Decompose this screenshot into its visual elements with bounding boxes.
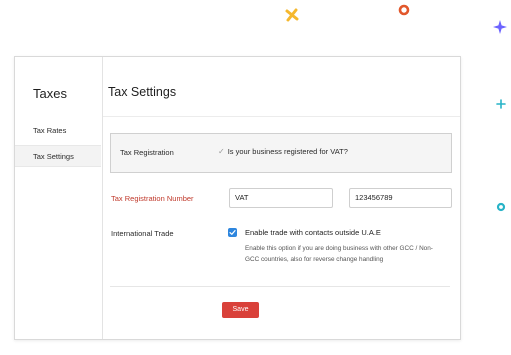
- sidebar-title: Taxes: [33, 86, 67, 101]
- save-button[interactable]: Save: [222, 302, 259, 318]
- sidebar-item-tax-settings[interactable]: Tax Settings: [15, 145, 101, 167]
- vat-registered-checkbox[interactable]: ✓ Is your business registered for VAT?: [218, 147, 348, 156]
- page-title: Tax Settings: [108, 85, 177, 99]
- trn-prefix-input[interactable]: VAT: [229, 188, 333, 208]
- trn-number-input[interactable]: 123456789: [349, 188, 452, 208]
- tax-settings-panel: Taxes Tax Rates Tax Settings Tax Setting…: [14, 56, 461, 340]
- dot-icon: [496, 202, 506, 212]
- page: Taxes Tax Rates Tax Settings Tax Setting…: [0, 0, 511, 355]
- tax-registration-label: Tax Registration: [120, 148, 174, 157]
- check-icon: ✓: [218, 147, 225, 156]
- international-trade-checkbox-label: Enable trade with contacts outside U.A.E: [245, 228, 381, 237]
- international-trade-label: International Trade: [111, 229, 174, 238]
- international-trade-checkbox[interactable]: [228, 228, 237, 237]
- x-sparkle-icon: [285, 8, 299, 22]
- international-trade-help-text: Enable this option if you are doing busi…: [245, 245, 433, 263]
- form-divider: [110, 286, 450, 287]
- title-divider: [103, 116, 460, 117]
- tax-registration-number-label: Tax Registration Number: [111, 194, 194, 203]
- vat-registered-label: Is your business registered for VAT?: [227, 147, 348, 156]
- plus-icon: [496, 99, 506, 109]
- tax-registration-section: Tax Registration ✓ Is your business regis…: [110, 133, 452, 173]
- sidebar-item-tax-rates[interactable]: Tax Rates: [15, 120, 101, 142]
- ring-icon: [398, 4, 410, 16]
- sidebar: Taxes Tax Rates Tax Settings: [15, 57, 103, 339]
- star-icon: [493, 20, 507, 34]
- checkbox-checked-icon: [229, 230, 236, 235]
